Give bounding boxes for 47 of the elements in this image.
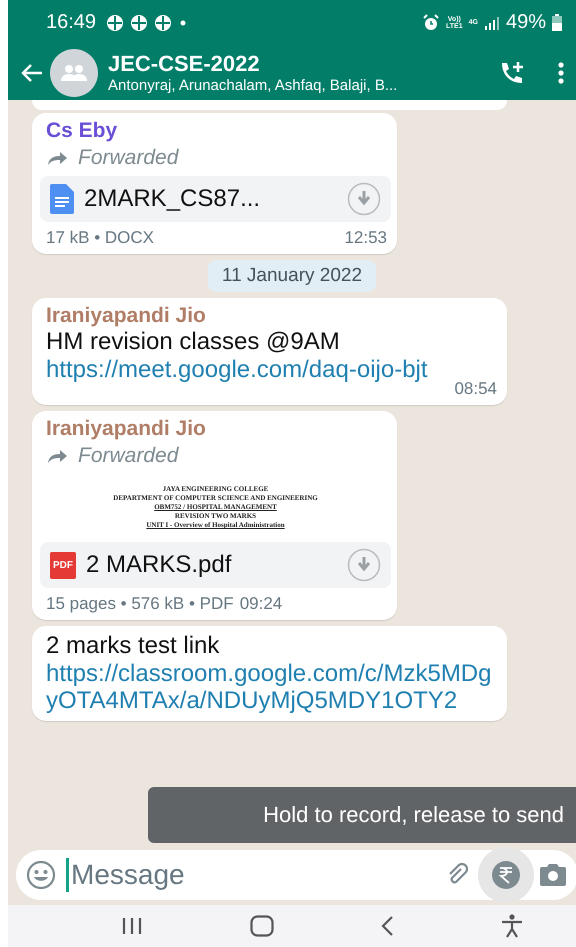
- message-bubble[interactable]: Iraniyapandi Jio HM revision classes @9AM https://meet.google.com/daq-oijo-bjt 08:54: [32, 298, 507, 406]
- file-name: 2MARK_CS87...: [84, 185, 262, 213]
- battery-percent: 49%: [506, 11, 546, 34]
- file-attachment[interactable]: 2MARK_CS87...: [40, 176, 391, 222]
- pdf-icon: PDF: [50, 552, 76, 579]
- more-notifications-dot-icon: [180, 20, 186, 26]
- notification-icon: [106, 14, 124, 32]
- sender-name: Iraniyapandi Jio: [46, 304, 207, 328]
- forwarded-label: Forwarded: [78, 146, 178, 170]
- tooltip: Hold to record, release to send: [148, 787, 576, 843]
- notification-icon: [154, 14, 172, 32]
- file-attachment[interactable]: PDF 2 MARKS.pdf: [40, 542, 391, 588]
- message-time: 09:24: [240, 594, 282, 614]
- home-icon[interactable]: [250, 915, 274, 937]
- message-link[interactable]: https://classroom.google.com/c/Mzk5MDgyOTA4MTAx/a/NDUyMjQ5MDY1OTY2: [46, 660, 497, 715]
- more-options-icon[interactable]: [558, 62, 564, 84]
- group-members: Antonyraj, Arunachalam, Ashfaq, Balaji, B...: [108, 77, 398, 94]
- payment-icon[interactable]: [478, 847, 534, 903]
- message-text: HM revision classes @9AM: [46, 328, 341, 356]
- recent-apps-icon[interactable]: [121, 917, 144, 935]
- sender-name: Iraniyapandi Jio: [46, 417, 207, 442]
- battery-icon: [552, 14, 562, 31]
- document-icon: [50, 184, 74, 214]
- back-icon[interactable]: [380, 916, 394, 936]
- file-info: 15 pages • 576 kB • PDF: [46, 594, 234, 614]
- forwarded-label: Forwarded: [78, 444, 178, 468]
- accessibility-icon[interactable]: [500, 914, 523, 938]
- file-info: 17 kB • DOCX: [46, 228, 154, 248]
- signal-icon: [484, 16, 500, 30]
- notification-icon: [130, 14, 148, 32]
- forward-arrow-icon: [46, 448, 68, 464]
- message-bubble[interactable]: Cs Eby Forwarded 2MARK_CS87... 17 kB • DOCX 12:53: [32, 113, 397, 254]
- file-name: 2 MARKS.pdf: [86, 551, 232, 580]
- camera-icon[interactable]: [538, 862, 568, 888]
- sender-name: Cs Eby: [46, 119, 118, 143]
- group-title[interactable]: JEC-CSE-2022: [108, 51, 492, 77]
- message-field[interactable]: Message: [16, 850, 576, 900]
- message-time: 12:53: [344, 228, 387, 248]
- back-arrow-icon[interactable]: [20, 62, 44, 82]
- group-avatar[interactable]: [50, 48, 98, 96]
- date-chip: 11 January 2022: [208, 260, 376, 292]
- message-bubble[interactable]: 2 marks test link https://classroom.google.com/c/Mzk5MDgyOTA4MTAx/a/NDUyMjQ5MDY1OTY2: [32, 626, 507, 721]
- forward-arrow-icon: [46, 150, 68, 166]
- emoji-icon[interactable]: [26, 860, 56, 890]
- alarm-icon: [422, 14, 440, 32]
- message-text: 2 marks test link: [46, 632, 220, 660]
- status-time: 16:49: [46, 11, 96, 34]
